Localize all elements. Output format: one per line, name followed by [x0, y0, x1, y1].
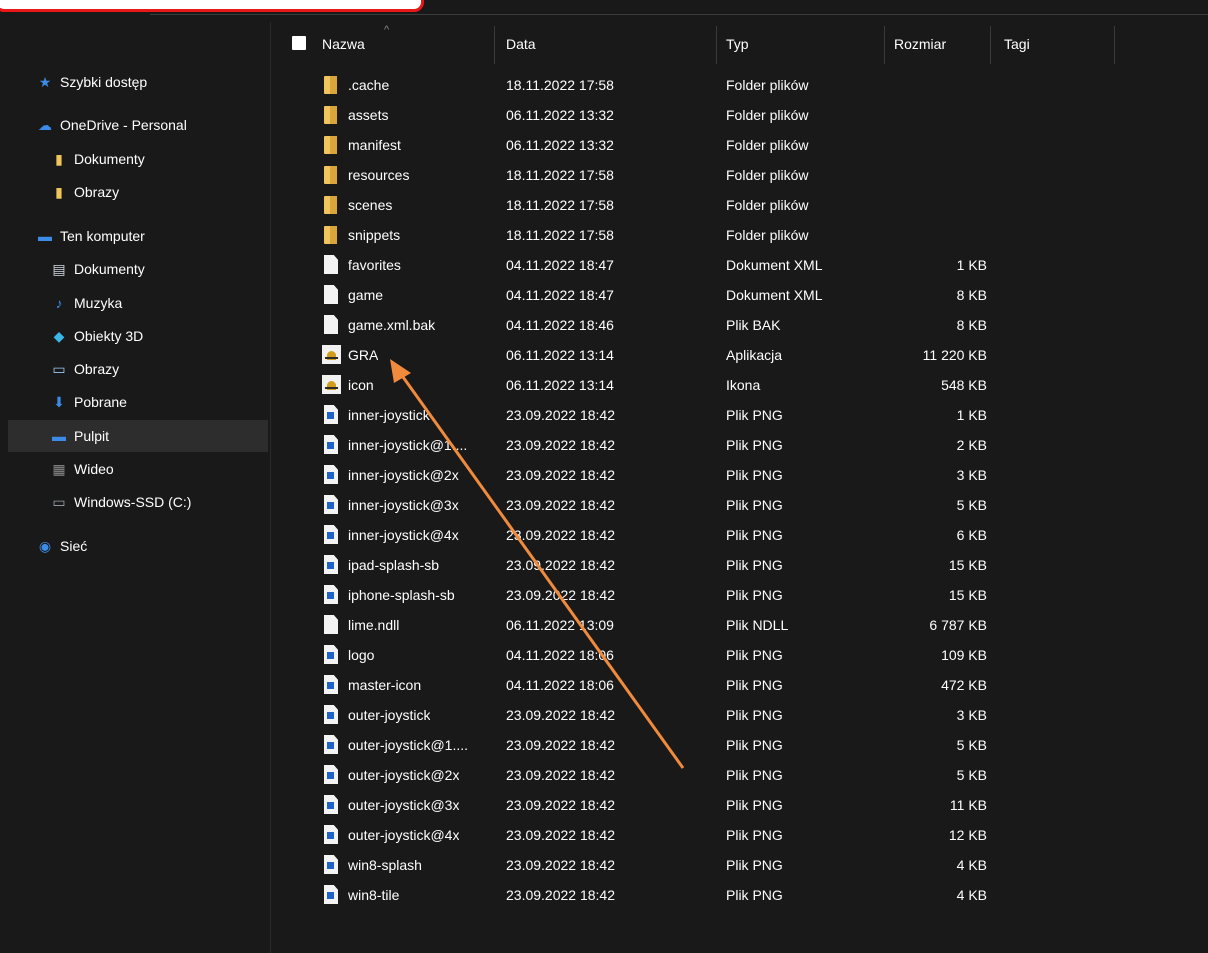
arrow-head — [390, 359, 411, 383]
arrow-shaft — [396, 369, 685, 769]
annotation-arrow — [390, 359, 685, 769]
